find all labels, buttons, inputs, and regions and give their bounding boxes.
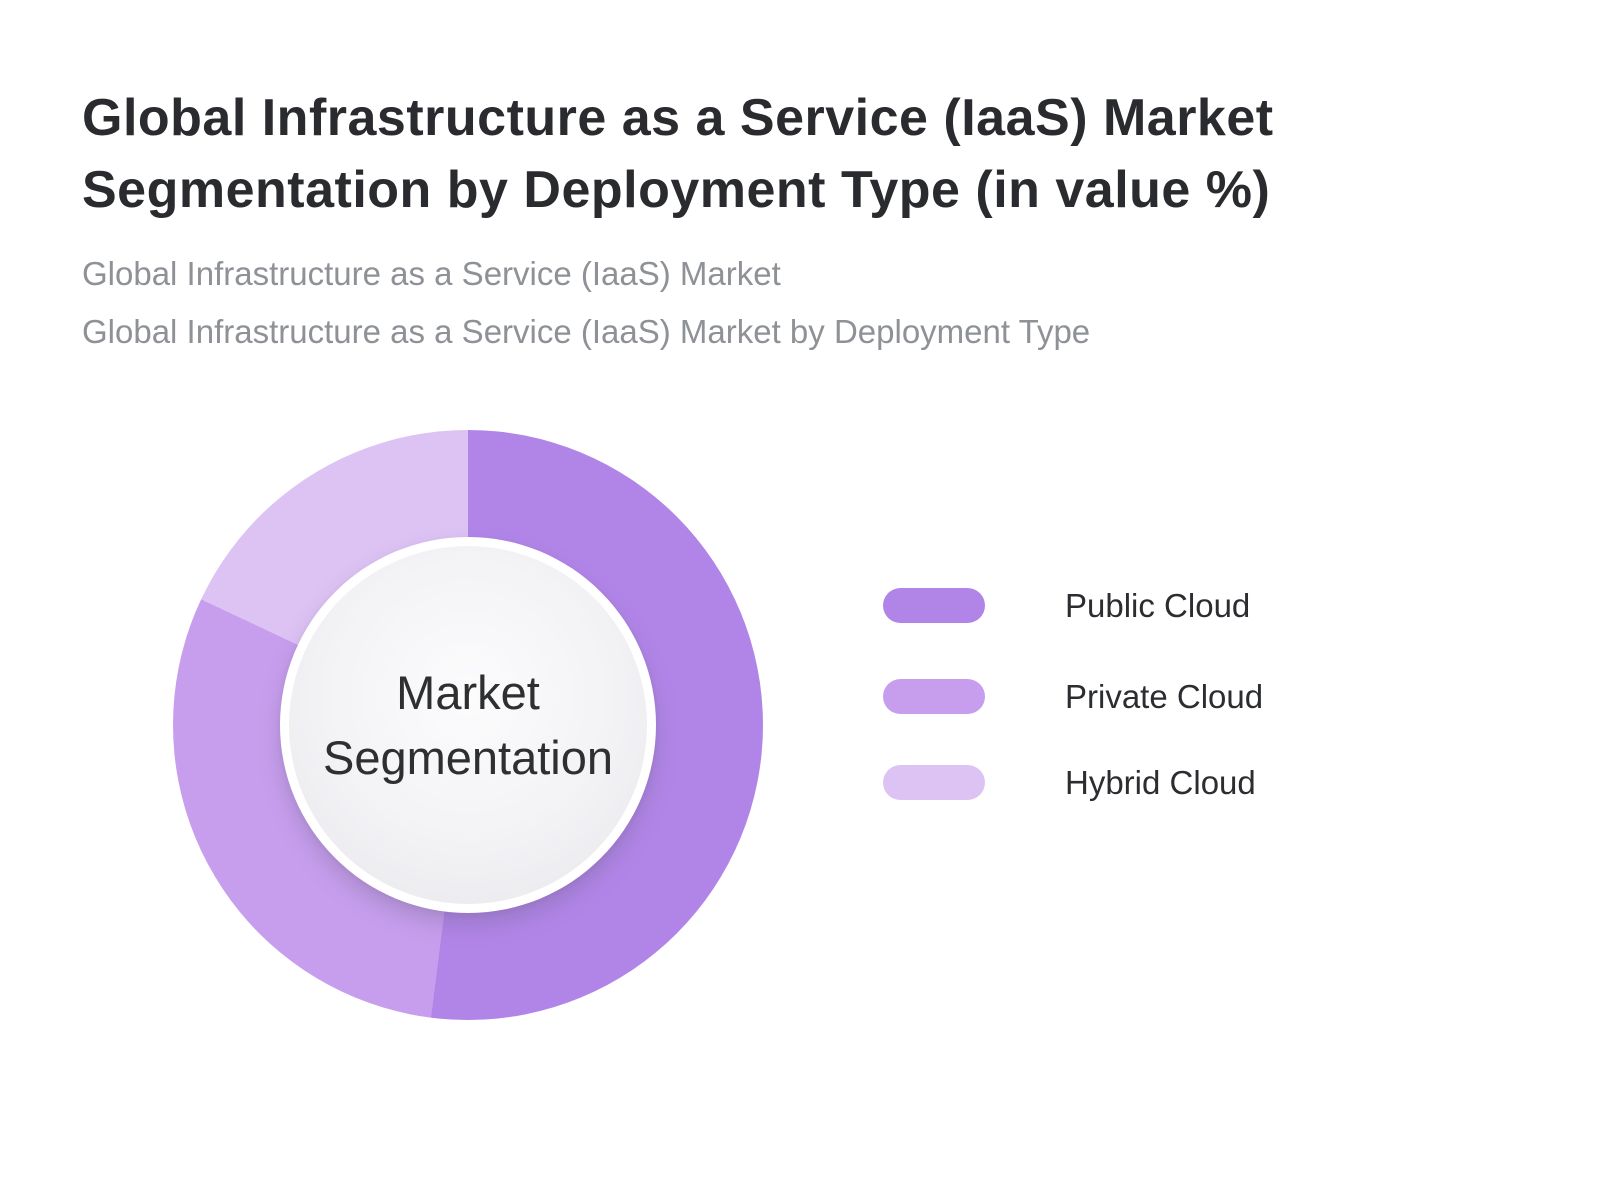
legend-label: Private Cloud: [1065, 677, 1264, 715]
page-title-line-2: Segmentation by Deployment Type (in valu…: [82, 161, 1271, 219]
legend-swatch-hybrid-cloud: [883, 765, 985, 800]
subtitle-market: Global Infrastructure as a Service (IaaS…: [82, 255, 781, 292]
donut-hole: Market Segmentation: [280, 537, 656, 913]
legend-label: Public Cloud: [1065, 586, 1251, 624]
donut-center-label: Market Segmentation: [322, 666, 614, 784]
infographic-canvas: Global Infrastructure as a Service (IaaS…: [0, 0, 1600, 1200]
page-title-line-1: Global Infrastructure as a Service (IaaS…: [82, 89, 1274, 147]
legend-item-public-cloud: Public Cloud: [883, 586, 1263, 624]
chart-legend: Public Cloud Private Cloud Hybrid Cloud: [883, 586, 1264, 801]
legend-swatch-public-cloud: [883, 588, 985, 623]
subtitle-deployment-type: Global Infrastructure as a Service (IaaS…: [82, 313, 1091, 350]
legend-item-private-cloud: Private Cloud: [883, 677, 1264, 715]
legend-label: Hybrid Cloud: [1065, 763, 1256, 801]
donut-center-disc: Market Segmentation: [289, 546, 647, 904]
legend-swatch-private-cloud: [883, 679, 985, 714]
page-title: Global Infrastructure as a Service (IaaS…: [82, 82, 1332, 226]
legend-item-hybrid-cloud: Hybrid Cloud: [883, 763, 1263, 801]
donut-chart: Market Segmentation: [173, 430, 763, 1020]
